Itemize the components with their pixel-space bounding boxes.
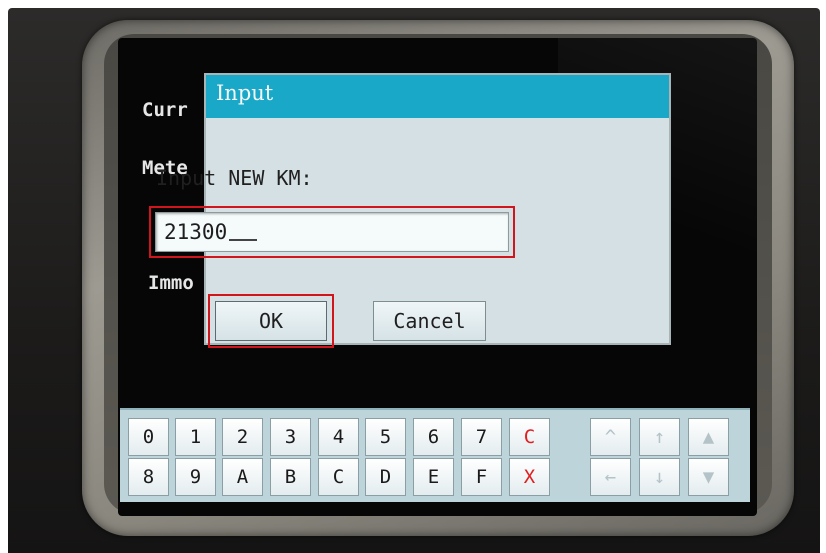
key-d[interactable]: D — [365, 458, 406, 496]
key-arrow-up[interactable]: ↑ — [639, 418, 680, 456]
key-c[interactable]: C — [318, 458, 359, 496]
text-caret — [229, 213, 258, 241]
key-f[interactable]: F — [461, 458, 502, 496]
new-km-input-value: 21300 — [164, 220, 228, 244]
key-e[interactable]: E — [413, 458, 454, 496]
key-arrow-down[interactable]: ↓ — [639, 458, 680, 496]
key-a[interactable]: A — [222, 458, 263, 496]
key-5[interactable]: 5 — [365, 418, 406, 456]
key-clear[interactable]: C — [509, 418, 550, 456]
key-arrow-left[interactable]: ← — [590, 458, 631, 496]
key-page-down[interactable]: ▼ — [688, 458, 729, 496]
ok-button[interactable]: OK — [215, 301, 327, 341]
key-b[interactable]: B — [270, 458, 311, 496]
key-4[interactable]: 4 — [318, 418, 359, 456]
key-7[interactable]: 7 — [461, 418, 502, 456]
new-km-input[interactable]: 21300 — [155, 212, 509, 252]
key-page-up[interactable]: ▲ — [688, 418, 729, 456]
key-3[interactable]: 3 — [270, 418, 311, 456]
dialog-titlebar: Input — [206, 75, 669, 118]
key-0[interactable]: 0 — [128, 418, 169, 456]
key-9[interactable]: 9 — [175, 458, 216, 496]
background-label-immo: Immo — [148, 272, 194, 294]
key-1[interactable]: 1 — [175, 418, 216, 456]
key-2[interactable]: 2 — [222, 418, 263, 456]
background-label-current: Curr — [142, 99, 188, 121]
device-screen: Curr Mete Immo Input Input NEW KM: 21300… — [118, 38, 757, 516]
on-screen-keypad: 0 1 2 3 4 5 6 7 C ^ ↑ ▲ 8 9 A B C D E F … — [120, 408, 750, 502]
cancel-button[interactable]: Cancel — [373, 301, 486, 341]
dialog-prompt: Input NEW KM: — [156, 166, 313, 190]
key-caret-up[interactable]: ^ — [590, 418, 631, 456]
key-8[interactable]: 8 — [128, 458, 169, 496]
key-6[interactable]: 6 — [413, 418, 454, 456]
key-delete[interactable]: X — [509, 458, 550, 496]
